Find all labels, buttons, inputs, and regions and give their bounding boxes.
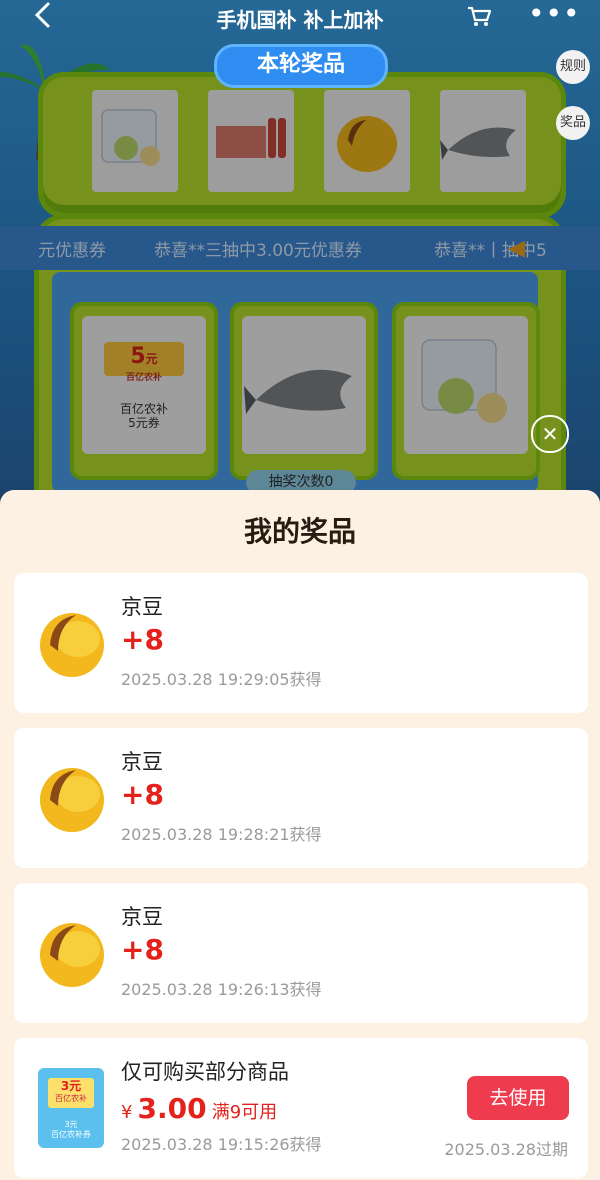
machine-window xyxy=(52,272,538,492)
prize-slot-drinks xyxy=(208,90,294,192)
pomelo-bag-image xyxy=(421,339,507,423)
more-dots-icon[interactable]: ••• xyxy=(528,0,581,28)
prize-amount: +8 xyxy=(121,933,164,966)
prize-slot-fish xyxy=(440,90,526,192)
winner-ticker: 元优惠券 恭喜**三抽中3.00元优惠券 恭喜**丨抽中5 xyxy=(0,226,600,270)
top-nav-bar: 手机国补 补上加补 ••• xyxy=(0,0,600,32)
prize-board xyxy=(38,72,566,218)
coupon-5-badge: 5元 百亿农补 xyxy=(104,342,184,383)
prize-time: 2025.03.28 19:29:05获得 xyxy=(121,670,322,689)
rules-button[interactable]: 规则 xyxy=(556,50,590,84)
palm-tree-decoration xyxy=(0,44,110,160)
cart-icon[interactable] xyxy=(466,4,492,28)
sheet-title: 我的奖品 xyxy=(243,515,356,548)
coupon-expire-date: 2025.03.28过期 xyxy=(444,1140,568,1159)
lottery-game-area: 本轮奖品 规则 奖品 元优惠券 恭喜**三抽中3.00元优惠券 恭喜**丨抽中5… xyxy=(0,0,600,500)
prize-time: 2025.03.28 19:28:21获得 xyxy=(121,825,322,844)
pomelo-bag-image xyxy=(101,109,160,166)
prize-slot-pomelo xyxy=(92,90,178,192)
arrow-left-icon: ◀ xyxy=(508,236,525,261)
ticker-item: 恭喜**三抽中3.00元优惠券 xyxy=(154,241,362,261)
prizes-button[interactable]: 奖品 xyxy=(556,106,590,140)
fish-image xyxy=(244,369,352,414)
close-icon[interactable]: ✕ xyxy=(531,415,569,453)
prize-item-jingdou: 京豆 +8 2025.03.28 19:26:13获得 xyxy=(14,883,588,1023)
prize-time: 2025.03.28 19:26:13获得 xyxy=(121,980,322,999)
my-prizes-sheet: 我的奖品 京豆 +8 2025.03.28 19:29:05获得 京豆 +8 2… xyxy=(0,490,600,1180)
lottery-card-coupon: 5元 百亿农补 百亿农补 5元券 xyxy=(70,302,218,480)
lottery-card-fish xyxy=(230,302,378,480)
drink-box-image xyxy=(216,118,286,158)
prize-name: 京豆 xyxy=(121,595,163,619)
page-title: 手机国补 补上加补 xyxy=(216,8,384,32)
prize-item-coupon: 3元 百亿农补 3元 百亿农补券 仅可购买部分商品 ¥ 3.00 满9可用 20… xyxy=(14,1038,588,1178)
ticker-item: 元优惠券 xyxy=(38,241,106,261)
jingdou-bean-icon xyxy=(40,613,104,677)
lottery-machine xyxy=(34,214,566,500)
prize-name: 京豆 xyxy=(121,750,163,774)
coupon-time: 2025.03.28 19:15:26获得 xyxy=(121,1135,322,1154)
round-prizes-tag: 本轮奖品 xyxy=(214,44,388,88)
prize-name: 京豆 xyxy=(121,905,163,929)
use-coupon-button[interactable]: 去使用 xyxy=(467,1076,569,1120)
fish-image xyxy=(440,127,516,160)
lottery-card-pomelo xyxy=(392,302,540,480)
jingdou-bean-image xyxy=(337,116,397,172)
prize-item-jingdou: 京豆 +8 2025.03.28 19:28:21获得 xyxy=(14,728,588,868)
prize-amount: +8 xyxy=(121,778,164,811)
prize-slot-jingdou xyxy=(324,90,410,192)
prize-item-jingdou: 京豆 +8 2025.03.28 19:29:05获得 xyxy=(14,573,588,713)
jingdou-bean-icon xyxy=(40,768,104,832)
coupon-name: 仅可购买部分商品 xyxy=(121,1060,289,1084)
coupon-price: ¥ 3.00 满9可用 xyxy=(121,1092,278,1125)
coupon-ticket-icon: 3元 百亿农补 3元 百亿农补券 xyxy=(38,1068,104,1148)
jingdou-bean-icon xyxy=(40,923,104,987)
prize-amount: +8 xyxy=(121,623,164,656)
ticker-item: 恭喜**丨抽中5 xyxy=(434,241,547,261)
